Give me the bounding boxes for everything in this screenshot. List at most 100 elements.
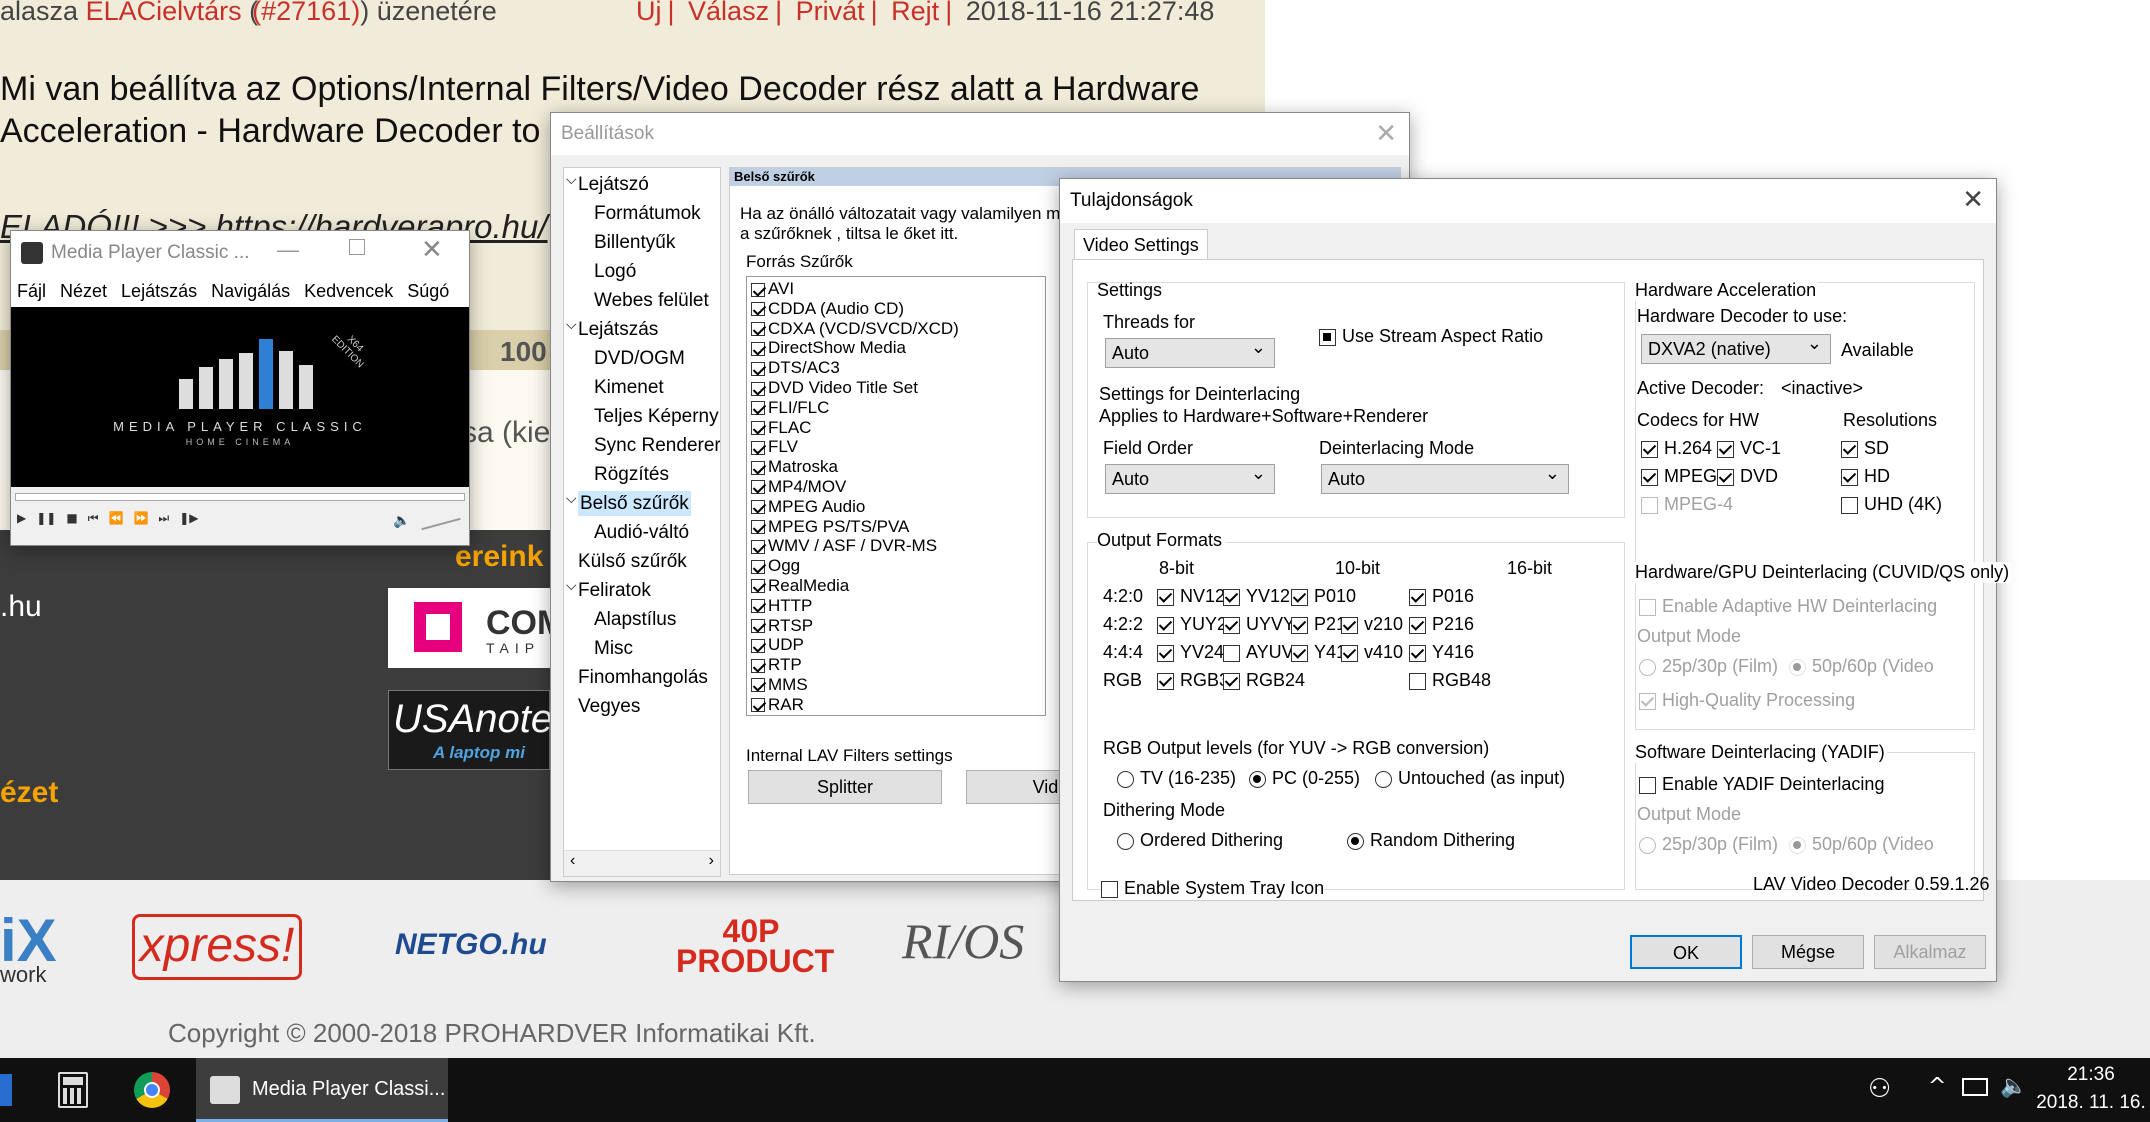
- filter-checkbox[interactable]: [751, 322, 765, 337]
- tree-item-5[interactable]: ⌵ Lejátszás: [564, 315, 720, 344]
- tree-item-7[interactable]: Kimenet: [564, 373, 720, 402]
- ordered-dithering-radio[interactable]: Ordered Dithering: [1117, 830, 1283, 851]
- hq-processing-checkbox[interactable]: High-Quality Processing: [1639, 690, 1855, 711]
- reply-user-link[interactable]: ELACielvtárs: [86, 0, 242, 26]
- ok-button[interactable]: OK: [1630, 935, 1742, 969]
- private-link[interactable]: Privát: [796, 0, 865, 26]
- format-checkbox[interactable]: YV12: [1223, 586, 1290, 607]
- resolution-checkbox[interactable]: UHD (4K): [1841, 494, 1953, 515]
- filter-checkbox[interactable]: [751, 401, 765, 416]
- clock-time[interactable]: 21:36: [2036, 1064, 2146, 1086]
- field-order-select[interactable]: Auto: [1105, 460, 1275, 494]
- format-checkbox[interactable]: NV12: [1157, 586, 1225, 607]
- splitter-button[interactable]: Splitter: [748, 770, 942, 804]
- filter-checkbox[interactable]: [751, 480, 765, 495]
- scroll-left-icon[interactable]: ‹: [570, 852, 575, 870]
- logo-rios[interactable]: RI/OS: [902, 912, 1024, 970]
- resolution-checkbox[interactable]: HD: [1841, 466, 1953, 487]
- rgb-pc-radio[interactable]: PC (0-255): [1249, 768, 1360, 789]
- filter-item[interactable]: AVI: [751, 279, 1045, 299]
- tree-item-16[interactable]: Misc: [564, 634, 720, 663]
- menu-navigate[interactable]: Navigálás: [211, 281, 290, 302]
- filter-checkbox[interactable]: [751, 282, 765, 297]
- tree-item-2[interactable]: Billentyűk: [564, 228, 720, 257]
- filter-item[interactable]: FLV: [751, 437, 1045, 457]
- filter-item[interactable]: UDP: [751, 635, 1045, 655]
- filter-item[interactable]: WMV / ASF / DVR-MS: [751, 536, 1045, 556]
- filter-checkbox[interactable]: [751, 579, 765, 594]
- filter-checkbox[interactable]: [751, 361, 765, 376]
- taskbar-app-icon-partial[interactable]: [0, 1074, 12, 1106]
- logo-40p[interactable]: 40P PRODUCT: [676, 915, 834, 977]
- codec-checkbox[interactable]: VC-1: [1717, 438, 1781, 459]
- filter-checkbox[interactable]: [751, 559, 765, 574]
- tree-scrollbar[interactable]: ‹ ›: [564, 850, 720, 876]
- filter-item[interactable]: MPEG PS/TS/PVA: [751, 517, 1045, 537]
- minimize-icon[interactable]: —: [277, 237, 299, 263]
- codec-checkbox[interactable]: DVD: [1717, 466, 1778, 487]
- tree-item-3[interactable]: Logó: [564, 257, 720, 286]
- filter-item[interactable]: DVD Video Title Set: [751, 378, 1045, 398]
- tree-expander-icon[interactable]: ⌵: [566, 168, 577, 195]
- filter-checkbox[interactable]: [751, 500, 765, 515]
- filter-checkbox[interactable]: [751, 440, 765, 455]
- rgb-tv-radio[interactable]: TV (16-235): [1117, 768, 1236, 789]
- filter-checkbox[interactable]: [751, 381, 765, 396]
- filter-checkbox[interactable]: [751, 619, 765, 634]
- format-checkbox[interactable]: Y416: [1409, 642, 1474, 663]
- tree-item-18[interactable]: Vegyes: [564, 692, 720, 721]
- play-icon[interactable]: ▶: [17, 511, 26, 526]
- filter-item[interactable]: CDXA (VCD/SVCD/XCD): [751, 319, 1045, 339]
- filter-item[interactable]: MPEG Audio: [751, 497, 1045, 517]
- format-checkbox[interactable]: P216: [1409, 614, 1474, 635]
- video-area[interactable]: X64 EDITION MEDIA PLAYER CLASSIC HOME CI…: [11, 307, 469, 487]
- tree-item-15[interactable]: Alapstílus: [564, 605, 720, 634]
- filter-item[interactable]: CDDA (Audio CD): [751, 299, 1045, 319]
- tree-item-4[interactable]: Webes felület: [564, 286, 720, 315]
- filter-item[interactable]: RealMedia: [751, 576, 1045, 596]
- filter-item[interactable]: Matroska: [751, 457, 1045, 477]
- menu-play[interactable]: Lejátszás: [121, 281, 197, 302]
- prev-icon[interactable]: ⏮: [88, 511, 99, 526]
- filter-item[interactable]: RTP: [751, 655, 1045, 675]
- filter-item[interactable]: DirectShow Media: [751, 338, 1045, 358]
- random-dithering-radio[interactable]: Random Dithering: [1347, 830, 1515, 851]
- sw-mode-50-radio[interactable]: 50p/60p (Video: [1789, 834, 1934, 855]
- rgb-untouched-radio[interactable]: Untouched (as input): [1375, 768, 1565, 789]
- codec-checkbox[interactable]: MPEG-4: [1641, 494, 1733, 515]
- hide-link[interactable]: Rejt: [891, 0, 939, 26]
- filter-checkbox[interactable]: [751, 421, 765, 436]
- tree-item-1[interactable]: Formátumok: [564, 199, 720, 228]
- tree-item-6[interactable]: DVD/OGM: [564, 344, 720, 373]
- filter-item[interactable]: Ogg: [751, 556, 1045, 576]
- nezet-link[interactable]: ézet: [0, 776, 58, 810]
- tree-item-11[interactable]: ⌵ Belső szűrők: [564, 489, 720, 518]
- threads-select[interactable]: Auto: [1105, 334, 1275, 368]
- filter-item[interactable]: MP4/MOV: [751, 477, 1045, 497]
- filter-checkbox[interactable]: [751, 638, 765, 653]
- logo-xpress[interactable]: xpress!: [132, 914, 302, 980]
- forward-icon[interactable]: ⏩: [133, 511, 148, 526]
- format-checkbox[interactable]: RGB48: [1409, 670, 1491, 691]
- reply-id-link[interactable]: (#27161): [252, 0, 360, 26]
- filter-checkbox[interactable]: [751, 658, 765, 673]
- network-icon[interactable]: [1962, 1078, 1988, 1096]
- cancel-button[interactable]: Mégse: [1752, 935, 1864, 969]
- format-checkbox[interactable]: v210: [1341, 614, 1403, 635]
- stop-icon[interactable]: ■: [66, 511, 77, 526]
- filter-checkbox[interactable]: [751, 341, 765, 356]
- filter-item[interactable]: FLAC: [751, 418, 1045, 438]
- next-icon[interactable]: ⏭: [158, 511, 169, 526]
- filter-item[interactable]: RAR: [751, 695, 1045, 715]
- tree-item-14[interactable]: ⌵ Feliratok: [564, 576, 720, 605]
- pause-icon[interactable]: ❚❚: [36, 511, 56, 526]
- frame-step-icon[interactable]: ❚▶: [179, 511, 198, 526]
- filter-checkbox[interactable]: [751, 599, 765, 614]
- adaptive-hw-checkbox[interactable]: Enable Adaptive HW Deinterlacing: [1639, 596, 1937, 617]
- clock-date[interactable]: 2018. 11. 16.: [2036, 1092, 2146, 1114]
- filter-checkbox[interactable]: [751, 698, 765, 713]
- filter-checkbox[interactable]: [751, 678, 765, 693]
- apply-button[interactable]: Alkalmaz: [1874, 935, 1986, 969]
- yadif-checkbox[interactable]: Enable YADIF Deinterlacing: [1639, 774, 1884, 795]
- people-icon[interactable]: ⚇: [1868, 1074, 1891, 1104]
